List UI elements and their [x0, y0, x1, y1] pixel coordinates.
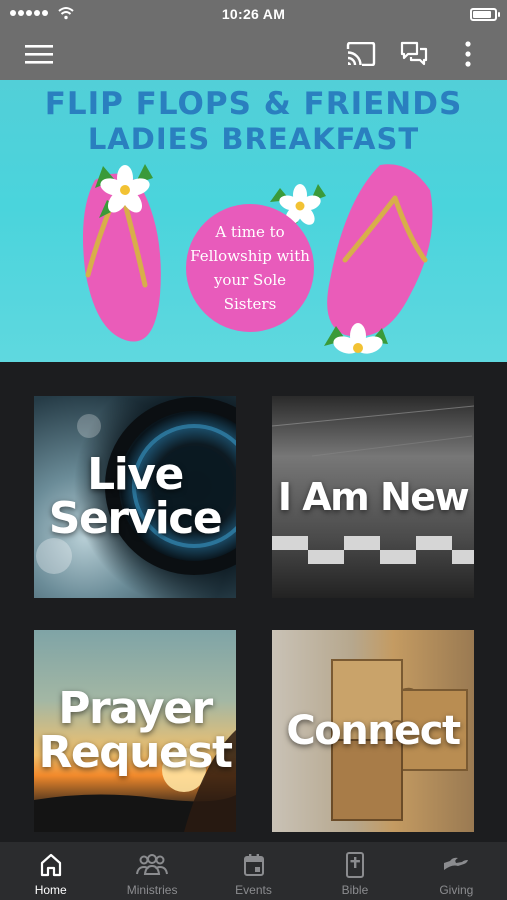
giving-hand-icon: [442, 851, 470, 879]
nav-giving-label: Giving: [439, 883, 474, 897]
live-service-label-line1: Live: [87, 449, 184, 500]
prayer-request-label-line1: Prayer: [58, 683, 213, 734]
cast-button[interactable]: [343, 36, 379, 72]
status-bar: 10:26 AM: [0, 0, 507, 28]
connect-label: Connect: [286, 708, 461, 754]
live-service-label-line2: Service: [48, 493, 223, 544]
chat-button[interactable]: [396, 36, 432, 72]
nav-events[interactable]: Events: [203, 842, 304, 900]
people-icon: [136, 851, 169, 879]
home-icon: [40, 851, 62, 879]
i-am-new-tile[interactable]: I Am New: [272, 396, 474, 598]
nav-ministries[interactable]: Ministries: [101, 842, 202, 900]
promo-banner-carousel[interactable]: FLIP FLOPS & FRIENDS LADIES BREAKFAST A …: [0, 80, 507, 362]
nav-home[interactable]: Home: [0, 842, 101, 900]
banner-tagline: A time to Fellowship with your Sole Sist…: [190, 223, 310, 313]
menu-button[interactable]: [21, 36, 57, 72]
cast-icon: [346, 42, 376, 66]
connect-tile[interactable]: Connect: [272, 630, 474, 832]
nav-home-label: Home: [34, 883, 67, 897]
tagline-circle: A time to Fellowship with your Sole Sist…: [186, 204, 314, 332]
live-service-tile[interactable]: Live Service: [34, 396, 236, 598]
battery-icon: [470, 8, 500, 21]
nav-giving[interactable]: Giving: [406, 842, 507, 900]
nav-bible[interactable]: Bible: [304, 842, 405, 900]
prayer-request-label-line2: Request: [38, 727, 233, 778]
nav-ministries-label: Ministries: [126, 883, 178, 897]
chat-icon: [400, 41, 428, 66]
i-am-new-label: I Am New: [277, 475, 470, 519]
more-vertical-icon: [465, 41, 471, 67]
nav-events-label: Events: [235, 883, 272, 897]
more-options-button[interactable]: [450, 36, 486, 72]
prayer-request-tile[interactable]: Prayer Request: [34, 630, 236, 832]
bottom-navigation: Home Ministries Events Bible Giving: [0, 842, 507, 900]
home-screen: 10:26 AM FLIP FLOPS & FRIENDS LADIES BRE…: [0, 0, 507, 900]
calendar-icon: [243, 851, 265, 879]
hamburger-menu-icon: [25, 45, 53, 64]
bible-icon: [345, 851, 365, 879]
status-time: 10:26 AM: [221, 6, 286, 22]
app-bar: [0, 28, 507, 80]
nav-bible-label: Bible: [341, 883, 369, 897]
